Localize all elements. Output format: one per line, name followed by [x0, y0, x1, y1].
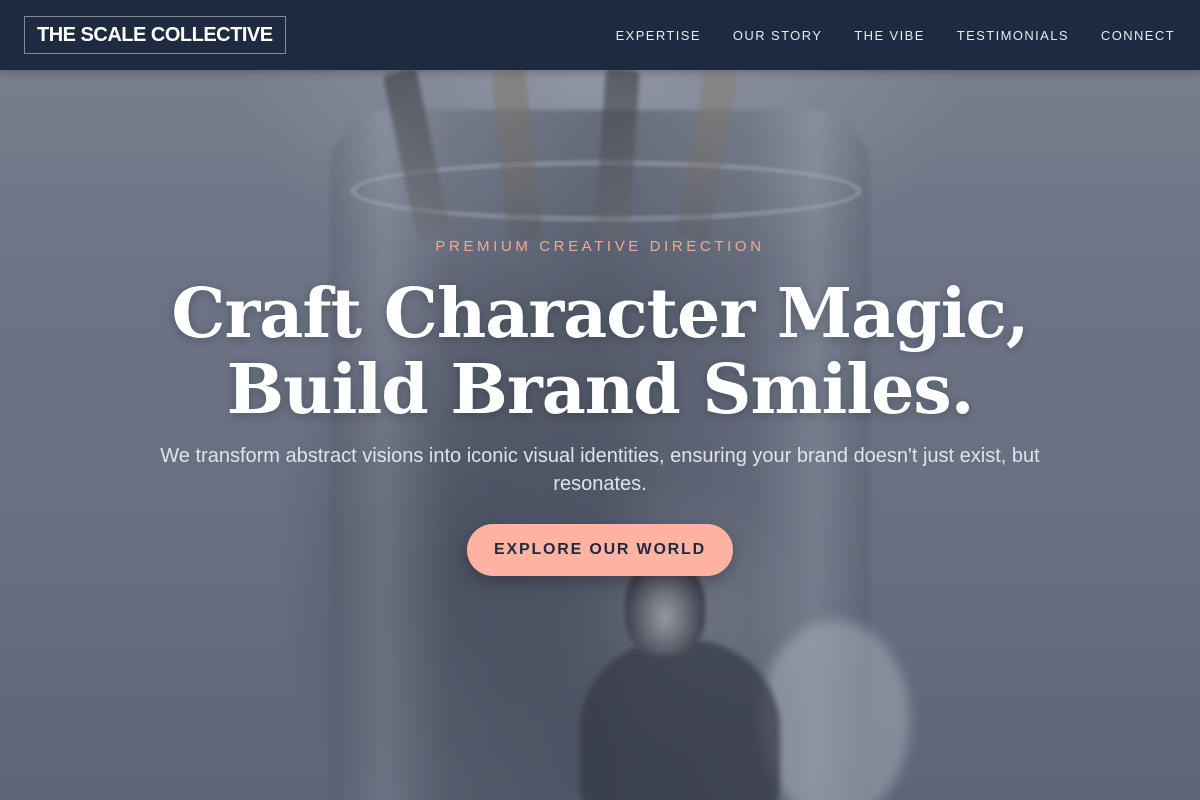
- nav-link-testimonials[interactable]: TESTIMONIALS: [957, 28, 1069, 43]
- nav-link-connect[interactable]: CONNECT: [1101, 28, 1175, 43]
- hero-section: PREMIUM CREATIVE DIRECTION Craft Charact…: [0, 0, 1200, 800]
- hero-subtitle: We transform abstract visions into iconi…: [160, 445, 1040, 495]
- explore-our-world-button[interactable]: EXPLORE OUR WORLD: [467, 524, 733, 576]
- page: THE SCALE COLLECTIVE EXPERTISE OUR STORY…: [0, 0, 1200, 800]
- nav-links: EXPERTISE OUR STORY THE VIBE TESTIMONIAL…: [584, 0, 1175, 70]
- top-navbar: THE SCALE COLLECTIVE EXPERTISE OUR STORY…: [0, 0, 1200, 70]
- hero-eyebrow: PREMIUM CREATIVE DIRECTION: [435, 238, 765, 255]
- nav-link-expertise[interactable]: EXPERTISE: [616, 28, 701, 43]
- hero-headline-line-1: Craft Character Magic,: [171, 274, 1029, 354]
- nav-link-our-story[interactable]: OUR STORY: [733, 28, 822, 43]
- hero-headline-line-2: Build Brand Smiles.: [226, 350, 975, 430]
- hero-headline: Craft Character Magic, Build Brand Smile…: [0, 276, 1200, 428]
- site-logo[interactable]: THE SCALE COLLECTIVE: [24, 16, 286, 54]
- nav-link-the-vibe[interactable]: THE VIBE: [854, 28, 924, 43]
